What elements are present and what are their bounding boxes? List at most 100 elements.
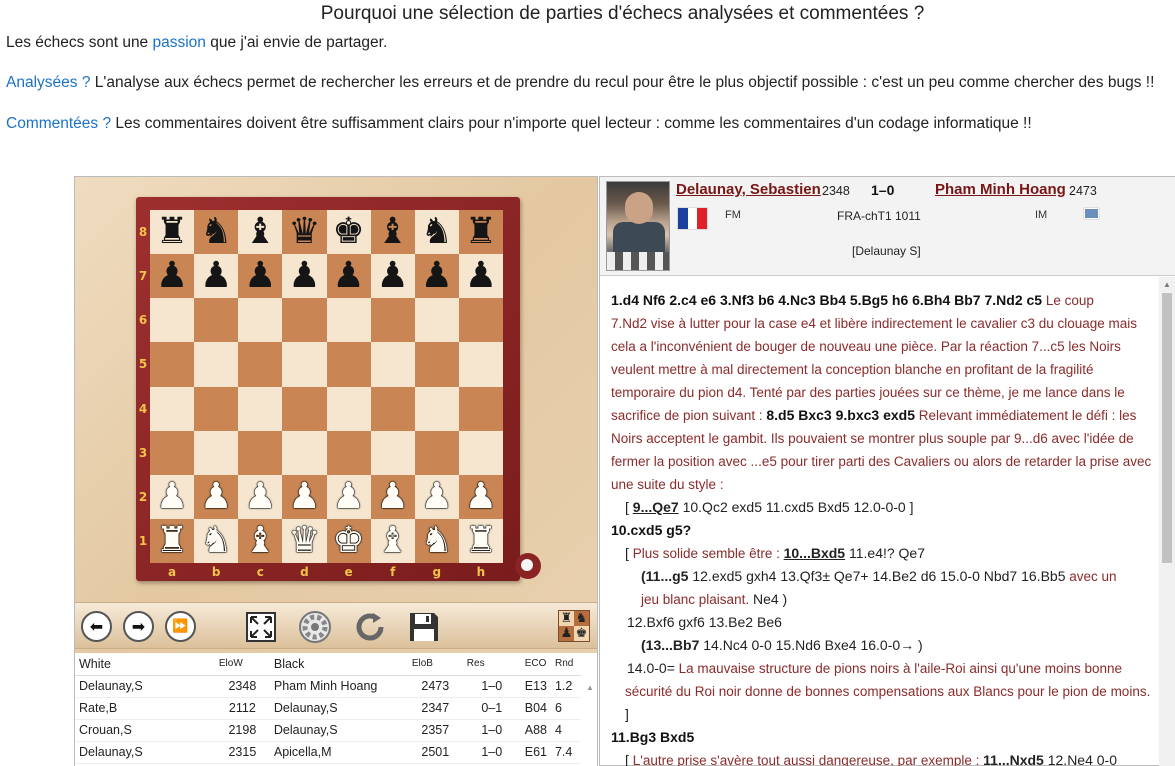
col-black[interactable]: Black [269,653,408,676]
white-knight-icon[interactable]: ♞ [200,522,232,559]
commentees-link[interactable]: Commentées ? [6,115,111,132]
piece-set-button[interactable]: ♜ ♞ ♟ ♚ [558,610,590,642]
variation-moves[interactable]: 10.Qc2 exd5 11.cxd5 Bxd5 12.0-0-0 ] [679,499,914,515]
white-pawn-icon[interactable]: ♟ [288,478,320,515]
square-f4[interactable] [370,386,415,431]
variation-move[interactable]: (13...Bb7 [641,637,699,653]
square-b1[interactable]: ♞ b [194,518,239,578]
black-pawn-icon[interactable]: ♟ [377,258,409,294]
white-knight-icon[interactable]: ♞ [421,522,453,559]
square-b6[interactable] [194,298,239,343]
col-white[interactable]: White [75,653,215,676]
square-f3[interactable] [370,430,415,475]
black-king-icon[interactable]: ♚ [332,214,364,250]
white-rook-icon[interactable]: ♜ [156,522,188,559]
square-b5[interactable] [194,342,239,387]
square-b4[interactable] [194,386,239,431]
scrollbar-thumb[interactable] [1162,293,1172,563]
square-c6[interactable] [238,298,283,343]
square-d2[interactable]: ♟ [282,474,327,519]
black-knight-icon[interactable]: ♞ [200,214,232,250]
square-d3[interactable] [282,430,327,475]
white-rook-icon[interactable]: ♜ [465,522,497,559]
square-e4[interactable] [326,386,371,431]
col-res[interactable]: Res [462,653,521,676]
square-d4[interactable] [282,386,327,431]
black-bishop-icon[interactable]: ♝ [377,214,409,250]
white-pawn-icon[interactable]: ♟ [244,478,276,515]
notation-scrollbar[interactable]: ▲ [1159,277,1175,766]
square-f2[interactable]: ♟ [370,474,415,519]
square-b8[interactable]: ♞ [194,210,239,255]
square-a6[interactable]: 6 [139,298,195,343]
black-player-name[interactable]: Pham Minh Hoang [935,181,1066,198]
square-e2[interactable]: ♟ [326,474,371,519]
fullscreen-button[interactable] [243,609,279,645]
black-pawn-icon[interactable]: ♟ [156,258,188,294]
last-move-button[interactable]: ⏩ [165,611,196,642]
square-f7[interactable]: ♟ [370,254,415,299]
square-d7[interactable]: ♟ [282,254,327,299]
square-c5[interactable] [238,342,283,387]
black-pawn-icon[interactable]: ♟ [332,258,364,294]
previous-move-button[interactable]: ⬅ [81,611,112,642]
next-move-button[interactable]: ➡ [123,611,154,642]
black-pawn-icon[interactable]: ♟ [200,258,232,294]
square-a2[interactable]: ♟ 2 [139,474,195,519]
black-pawn-icon[interactable]: ♟ [421,258,453,294]
black-rook-icon[interactable]: ♜ [156,214,188,250]
square-d5[interactable] [282,342,327,387]
black-pawn-icon[interactable]: ♟ [288,258,320,294]
game-list-scrollbar[interactable]: ▲ [585,683,595,763]
square-b3[interactable] [194,430,239,475]
square-b7[interactable]: ♟ [194,254,239,299]
black-queen-icon[interactable]: ♛ [288,214,320,250]
col-elob[interactable]: EloB [407,653,463,676]
square-c1[interactable]: ♝ c [238,518,283,578]
variation-move[interactable]: (11...g5 [641,568,688,584]
square-f8[interactable]: ♝ [370,210,415,255]
square-c7[interactable]: ♟ [238,254,283,299]
variation-move[interactable]: 9...Qe7 [633,499,679,515]
white-pawn-icon[interactable]: ♟ [332,478,364,515]
save-button[interactable] [406,609,442,645]
black-rook-icon[interactable]: ♜ [465,214,497,250]
square-g4[interactable] [414,386,459,431]
variation-moves[interactable]: Ne4 ) [749,591,787,607]
square-g6[interactable] [414,298,459,343]
white-pawn-icon[interactable]: ♟ [377,478,409,515]
black-pawn-icon[interactable]: ♟ [244,258,276,294]
table-row[interactable]: Crouan,S 2198 Delaunay,S 2357 1–0 A88 4 [75,719,581,742]
variation-moves[interactable]: 14.0-0= [627,660,675,676]
square-a3[interactable]: 3 [139,430,195,475]
square-a1[interactable]: ♜ 1 a [139,518,195,578]
white-bishop-icon[interactable]: ♝ [244,522,276,559]
white-bishop-icon[interactable]: ♝ [377,522,409,559]
white-player-name[interactable]: Delaunay, Sebastien [676,181,821,198]
variation-moves[interactable]: 12.Ne4 0-0 [1044,752,1117,766]
white-queen-icon[interactable]: ♛ [288,522,320,559]
square-a8[interactable]: ♜ 8 [139,210,195,255]
variation-moves[interactable]: 12.exd5 gxh4 13.Qf3± Qe7+ 14.Be2 d6 15.0… [688,568,1065,584]
square-g2[interactable]: ♟ [414,474,459,519]
square-h3[interactable] [458,430,503,475]
col-eco[interactable]: ECO [520,653,551,676]
col-rnd[interactable]: Rnd [550,653,581,676]
square-c8[interactable]: ♝ [238,210,283,255]
square-h7[interactable]: ♟ [458,254,503,299]
square-e6[interactable] [326,298,371,343]
move-line[interactable]: 10.cxd5 g5? [611,519,1148,542]
square-a7[interactable]: ♟ 7 [139,254,195,299]
square-d6[interactable] [282,298,327,343]
variation-line[interactable]: 12.Bxf6 gxf6 13.Be2 Be6 [611,611,1148,634]
moves-main[interactable]: 8.d5 Bxc3 9.bxc3 exd5 [766,407,915,423]
square-b2[interactable]: ♟ [194,474,239,519]
square-g8[interactable]: ♞ [414,210,459,255]
square-e3[interactable] [326,430,371,475]
square-c3[interactable] [238,430,283,475]
square-a5[interactable]: 5 [139,342,195,387]
square-f5[interactable] [370,342,415,387]
square-e8[interactable]: ♚ [326,210,371,255]
passion-link[interactable]: passion [153,34,206,51]
col-elow[interactable]: EloW [214,653,270,676]
